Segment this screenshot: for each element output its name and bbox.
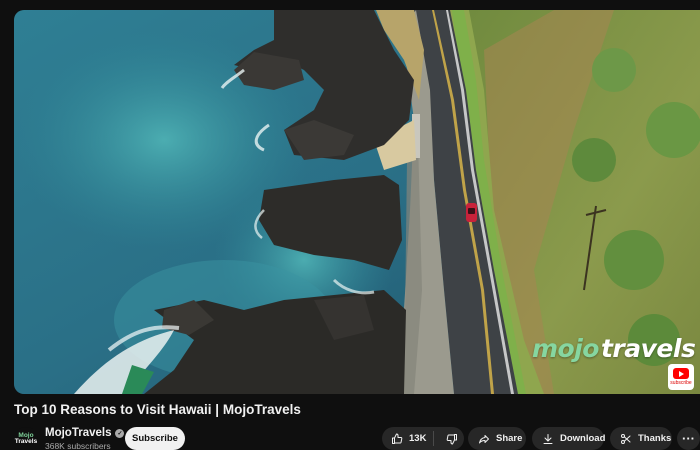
download-arrow-icon	[543, 433, 553, 444]
like-dislike-group: 13K	[382, 427, 464, 450]
channel-avatar[interactable]: Mojo Travels	[14, 427, 38, 450]
like-divider	[432, 431, 434, 446]
scissors-heart-icon	[621, 433, 631, 444]
download-button[interactable]: Download	[532, 427, 606, 450]
thanks-button[interactable]: Thanks	[610, 427, 672, 450]
channel-name-row[interactable]: MojoTravels ✓	[45, 427, 125, 439]
more-actions-button[interactable]: ···	[677, 427, 700, 450]
subscribe-badge-label: subscribe	[670, 380, 692, 386]
download-label: Download	[560, 433, 606, 444]
more-horizontal-icon: ···	[682, 431, 695, 446]
thumbs-up-icon	[392, 433, 403, 444]
share-arrow-icon	[479, 434, 489, 443]
thumbs-down-icon	[446, 433, 457, 444]
watermark-mojo: mojo	[532, 334, 599, 363]
share-button[interactable]: Share	[468, 427, 526, 450]
avatar-line2: Travels	[14, 438, 38, 445]
subscriber-count: 368K subscribers	[45, 441, 111, 450]
subscribe-button[interactable]: Subscribe	[125, 427, 185, 450]
verified-check-icon: ✓	[115, 428, 125, 438]
watermark-travels: travels	[600, 334, 696, 363]
channel-name[interactable]: MojoTravels	[45, 427, 111, 439]
like-count: 13K	[409, 433, 427, 444]
dislike-button[interactable]	[440, 427, 464, 450]
subscribe-watermark-badge[interactable]: subscribe	[668, 364, 694, 390]
thanks-label: Thanks	[638, 433, 672, 444]
video-title: Top 10 Reasons to Visit Hawaii | MojoTra…	[14, 402, 301, 417]
youtube-play-icon	[673, 368, 689, 379]
share-label: Share	[496, 433, 523, 444]
like-button[interactable]: 13K	[382, 427, 427, 450]
channel-watermark: mojo travels	[532, 334, 696, 363]
video-player[interactable]: mojo travels subscribe	[14, 10, 700, 394]
